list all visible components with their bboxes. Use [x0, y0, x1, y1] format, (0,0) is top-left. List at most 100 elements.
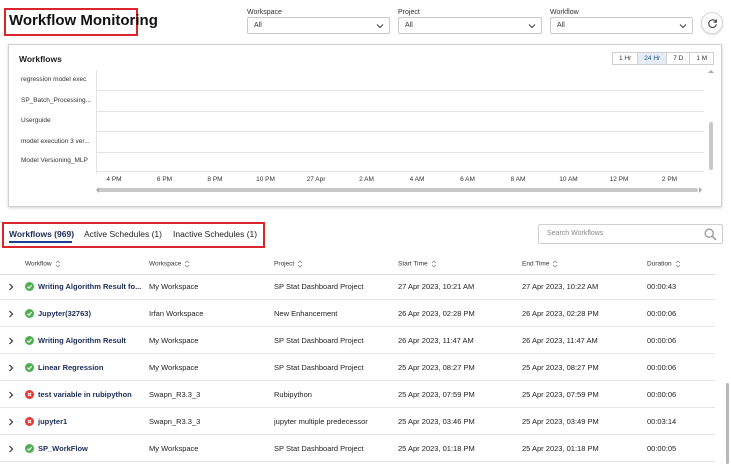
chevron-down-icon — [528, 24, 536, 29]
timeline-x-tick-label: 2 PM — [661, 176, 678, 183]
chevron-down-icon — [679, 24, 687, 29]
cell-duration: 00:00:06 — [647, 336, 677, 345]
cell-end: 25 Apr 2023, 03:49 PM — [522, 417, 599, 426]
workspace-filter-label: Workspace — [247, 9, 282, 16]
cell-workspace: My Workspace — [149, 444, 199, 453]
table-vertical-scrollbar[interactable] — [726, 383, 729, 464]
cell-duration: 00:00:43 — [647, 282, 677, 291]
cell-duration: 00:03:14 — [647, 417, 677, 426]
cell-end: 27 Apr 2023, 10:22 AM — [522, 282, 599, 291]
sort-icon[interactable] — [184, 260, 190, 268]
timeline-x-tick-label: 8 AM — [510, 176, 526, 183]
workspace-select[interactable]: All — [247, 17, 390, 34]
expand-row-icon[interactable] — [8, 418, 14, 426]
cell-end: 25 Apr 2023, 07:59 PM — [522, 390, 599, 399]
cell-end: 25 Apr 2023, 08:27 PM — [522, 363, 599, 372]
sort-icon[interactable] — [55, 260, 61, 268]
timeline-x-tick-label: 12 PM — [609, 176, 629, 183]
cell-workspace: Irfan Workspace — [149, 309, 204, 318]
table-header — [0, 255, 715, 275]
sort-icon[interactable] — [675, 260, 681, 268]
scroll-left-icon[interactable] — [96, 187, 100, 193]
column-header-label: Workflow — [25, 260, 52, 268]
table-row[interactable] — [0, 300, 715, 327]
cell-duration: 00:00:06 — [647, 309, 677, 318]
cell-workflow[interactable]: Jupyter(32763) — [38, 309, 91, 318]
scroll-right-icon[interactable] — [699, 187, 703, 193]
project-filter-label: Project — [398, 9, 420, 16]
range-1hr-button[interactable]: 1 Hr — [613, 53, 639, 64]
success-status-icon — [25, 336, 34, 345]
range-7d-button[interactable]: 7 D — [667, 53, 691, 64]
column-header-workflow[interactable]: Workflow — [25, 260, 61, 268]
column-header-label: Project — [274, 260, 295, 268]
cell-workspace: Swapn_R3.3_3 — [149, 390, 201, 399]
timeline-x-tick-label: 4 AM — [409, 176, 425, 183]
cell-project: SP Stat Dashboard Project — [274, 336, 364, 345]
sort-icon[interactable] — [297, 260, 303, 268]
cell-project: jupyter multiple predecessor — [274, 417, 368, 426]
cell-workflow[interactable]: Linear Regression — [38, 363, 103, 372]
cell-workflow[interactable]: SP_WorkFlow — [38, 444, 88, 453]
cell-project: SP Stat Dashboard Project — [274, 363, 364, 372]
workflow-select[interactable]: All — [550, 17, 693, 34]
project-select-value: All — [405, 22, 413, 29]
timeline-horizontal-scrollbar[interactable] — [98, 188, 698, 192]
timeline-vertical-scrollbar[interactable] — [709, 122, 713, 170]
sort-icon[interactable] — [431, 260, 437, 268]
project-select[interactable]: All — [398, 17, 542, 34]
expand-row-icon[interactable] — [8, 337, 14, 345]
cell-start: 26 Apr 2023, 11:47 AM — [398, 336, 474, 345]
cell-workflow[interactable]: Writing Algorithm Result fo... — [38, 282, 141, 291]
timeline-x-tick-label: 6 AM — [460, 176, 475, 183]
column-header-workspace[interactable]: Workspace — [149, 260, 190, 268]
cell-project: New Enhancement — [274, 309, 338, 318]
timeline-row-label: model execution 3 ver... — [21, 138, 90, 145]
scroll-up-icon[interactable] — [708, 70, 714, 74]
timeline-x-tick-label: 27 Apr — [306, 176, 326, 183]
cell-end: 25 Apr 2023, 01:18 PM — [522, 444, 599, 453]
cell-start: 25 Apr 2023, 07:59 PM — [398, 390, 475, 399]
column-header-end-time[interactable]: End Time — [522, 260, 558, 268]
timeline-gridline — [96, 171, 704, 172]
active-tab-indicator — [9, 241, 72, 243]
expand-row-icon[interactable] — [8, 310, 14, 318]
tab-inactive-schedules[interactable]: Inactive Schedules (1) — [173, 229, 257, 239]
expand-row-icon[interactable] — [8, 283, 14, 291]
cell-project: SP Stat Dashboard Project — [274, 282, 364, 291]
tab-active-schedules[interactable]: Active Schedules (1) — [84, 229, 162, 239]
tab-workflows[interactable]: Workflows (969) — [9, 229, 74, 239]
cell-end: 26 Apr 2023, 02:28 PM — [522, 309, 599, 318]
timeline-row-label: Userguide — [21, 117, 51, 124]
column-header-duration[interactable]: Duration — [647, 260, 681, 268]
timeline-x-tick-label: 8 PM — [207, 176, 223, 183]
refresh-button[interactable] — [701, 12, 723, 34]
column-header-project[interactable]: Project — [274, 260, 303, 268]
cell-project: Rubipython — [274, 390, 312, 399]
cell-workflow[interactable]: test variable in rubipython — [38, 390, 132, 399]
cell-workflow[interactable]: jupyter1 — [38, 417, 67, 426]
cell-workspace: My Workspace — [149, 282, 199, 291]
column-header-label: Duration — [647, 260, 672, 268]
range-24hr-button[interactable]: 24 Hr — [638, 53, 668, 64]
cell-project: SP Stat Dashboard Project — [274, 444, 364, 453]
timeline-x-tick-label: 10 AM — [559, 176, 578, 183]
timeline-row-label: SP_Batch_Processing... — [21, 97, 92, 104]
timeline-title: Workflows — [19, 54, 62, 64]
timeline-row-label: Model Versioning_MLP — [21, 157, 88, 164]
column-header-label: Workspace — [149, 260, 182, 268]
search-icon[interactable] — [704, 228, 717, 241]
cell-duration: 00:00:06 — [647, 390, 677, 399]
range-1m-button[interactable]: 1 M — [690, 53, 713, 64]
success-status-icon — [25, 444, 34, 453]
workflow-select-value: All — [557, 22, 565, 29]
failed-status-icon — [25, 390, 34, 399]
timeline-x-tick-label: 10 PM — [256, 176, 275, 183]
cell-duration: 00:00:06 — [647, 363, 677, 372]
column-header-start-time[interactable]: Start Time — [398, 260, 437, 268]
sort-icon[interactable] — [552, 260, 558, 268]
expand-row-icon[interactable] — [8, 364, 14, 372]
expand-row-icon[interactable] — [8, 391, 14, 399]
cell-workflow[interactable]: Writing Algorithm Result — [38, 336, 126, 345]
expand-row-icon[interactable] — [8, 445, 14, 453]
